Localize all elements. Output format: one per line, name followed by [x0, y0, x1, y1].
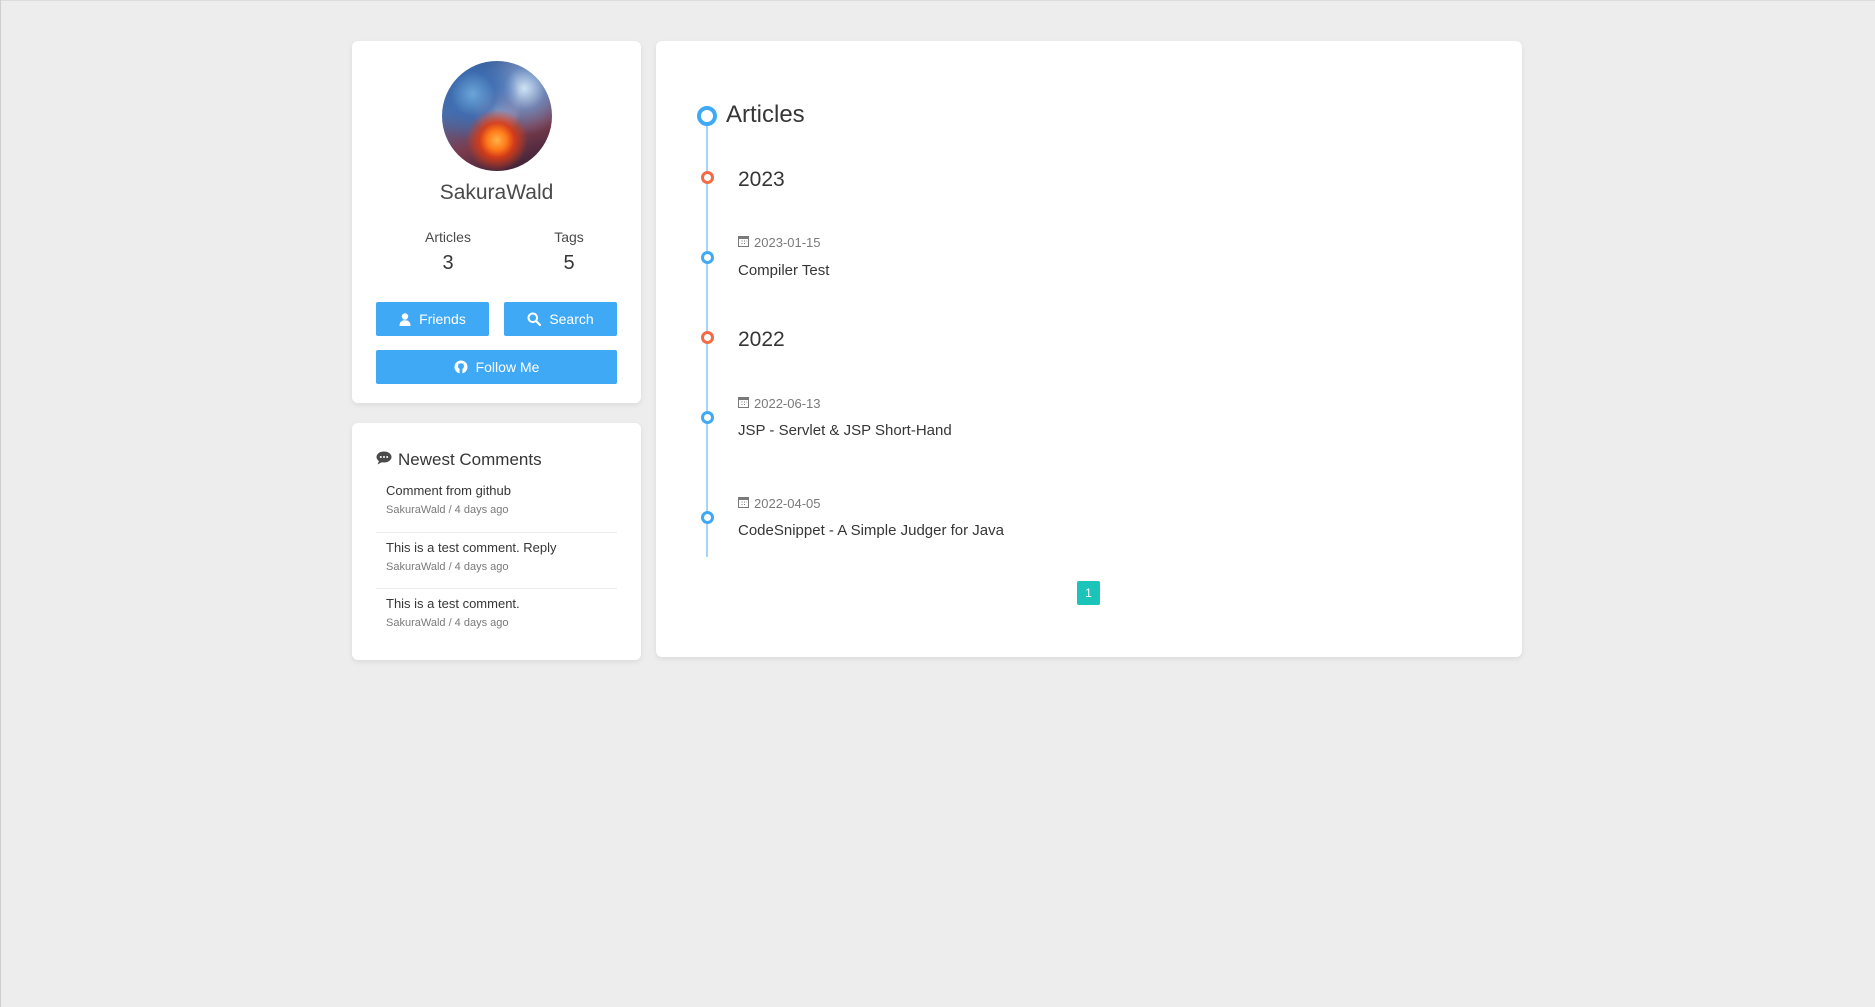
post-title-link[interactable]: JSP - Servlet & JSP Short-Hand [738, 422, 952, 439]
comment-item[interactable]: This is a test comment. Reply SakuraWald… [376, 540, 617, 573]
github-icon [454, 360, 468, 374]
comment-divider [376, 588, 617, 589]
post-date-text: 2022-06-13 [754, 396, 821, 411]
friends-button-label: Friends [419, 311, 466, 327]
comment-text: This is a test comment. Reply [386, 540, 557, 555]
post-date-text: 2022-04-05 [754, 496, 821, 511]
year-heading-2022: 2022 [738, 328, 785, 351]
comments-heading: Newest Comments [376, 450, 542, 470]
post-date-text: 2023-01-15 [754, 235, 821, 250]
comment-divider [376, 532, 617, 533]
comment-icon [376, 450, 392, 470]
profile-card: SakuraWald Articles 3 Tags 5 Friends Sea… [352, 41, 641, 403]
post-title-link[interactable]: CodeSnippet - A Simple Judger for Java [738, 522, 1004, 539]
follow-me-button[interactable]: Follow Me [376, 350, 617, 384]
search-button-label: Search [549, 311, 594, 327]
pagination-page-1[interactable]: 1 [1077, 581, 1100, 605]
timeline-post-dot [700, 251, 714, 264]
post-date: 2023-01-15 [738, 235, 821, 250]
comment-meta: SakuraWald / 4 days ago [386, 561, 509, 573]
search-icon [527, 312, 542, 326]
user-icon [399, 312, 411, 326]
stat-articles-label: Articles [425, 229, 471, 245]
stat-articles-count: 3 [442, 252, 454, 274]
comment-meta: SakuraWald / 4 days ago [386, 504, 509, 516]
stat-tags-label: Tags [554, 229, 584, 245]
timeline-main-dot [697, 106, 717, 126]
friends-button[interactable]: Friends [376, 302, 489, 336]
newest-comments-card: Newest Comments Comment from github Saku… [352, 423, 641, 660]
comment-item[interactable]: This is a test comment. SakuraWald / 4 d… [376, 596, 617, 629]
avatar[interactable] [442, 61, 552, 171]
window-top-border [0, 0, 1875, 1]
timeline-post-dot [700, 411, 714, 424]
comment-item[interactable]: Comment from github SakuraWald / 4 days … [376, 483, 617, 516]
timeline-post-dot [700, 511, 714, 524]
stat-tags-count: 5 [563, 252, 575, 274]
comment-meta: SakuraWald / 4 days ago [386, 617, 509, 629]
post-date: 2022-04-05 [738, 496, 821, 511]
comment-text: This is a test comment. [386, 596, 520, 611]
archive-card: Articles 2023 2023-01-15 Compiler Test 2… [656, 41, 1522, 657]
follow-me-button-label: Follow Me [475, 359, 540, 375]
post-title-link[interactable]: Compiler Test [738, 262, 829, 279]
window-left-border [0, 0, 1, 1007]
stat-tags[interactable]: Tags 5 [519, 229, 619, 275]
timeline-year-dot [700, 171, 714, 184]
search-button[interactable]: Search [504, 302, 617, 336]
timeline-year-dot [700, 331, 714, 344]
archive-heading: Articles [726, 101, 805, 128]
comments-title: Newest Comments [398, 450, 542, 469]
calendar-icon [738, 496, 749, 511]
profile-name: SakuraWald [439, 181, 554, 204]
stat-articles[interactable]: Articles 3 [398, 229, 498, 275]
post-date: 2022-06-13 [738, 396, 821, 411]
comment-text: Comment from github [386, 483, 511, 498]
year-heading-2023: 2023 [738, 168, 785, 191]
calendar-icon [738, 235, 749, 250]
calendar-icon [738, 396, 749, 411]
